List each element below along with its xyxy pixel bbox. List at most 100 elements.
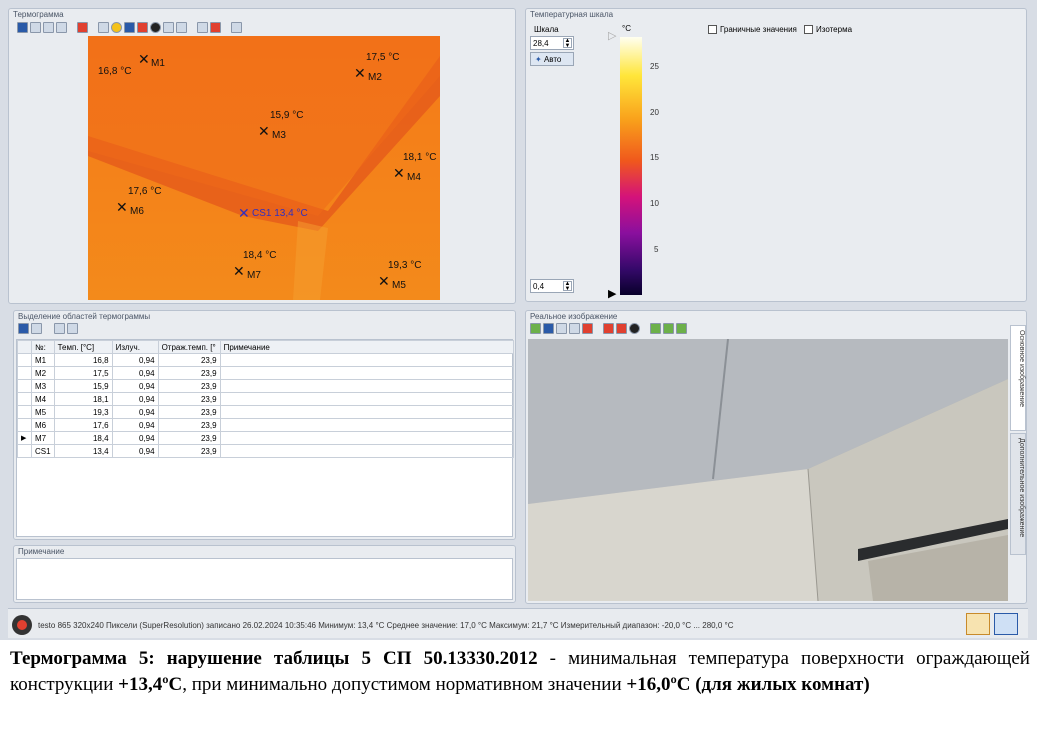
table-cell[interactable]: M3 — [31, 379, 55, 393]
column-header[interactable]: Темп. [°C] — [53, 340, 113, 354]
table-cell[interactable]: 16,8 — [53, 353, 113, 367]
table-row[interactable]: M5 19,3 0,94 23,9 — [17, 405, 515, 419]
tools-icon[interactable] — [54, 323, 65, 334]
tab-main-image[interactable]: Основное изображение — [1010, 325, 1026, 431]
grid-icon[interactable] — [231, 22, 242, 33]
print-icon[interactable] — [43, 22, 54, 33]
delete-icon[interactable] — [582, 323, 593, 334]
isotherm-checkbox[interactable]: Изотерма — [804, 25, 852, 34]
contrast-icon[interactable] — [629, 323, 640, 334]
table-cell[interactable]: 23,9 — [157, 392, 221, 406]
table-cell[interactable]: 0,94 — [111, 353, 159, 367]
open-icon[interactable] — [530, 323, 541, 334]
row-indicator[interactable] — [17, 379, 32, 393]
checkbox-box[interactable] — [804, 25, 813, 34]
table-cell[interactable]: 0,94 — [111, 431, 159, 445]
table-cell[interactable]: 19,3 — [53, 405, 113, 419]
zoom-fit-icon[interactable] — [676, 323, 687, 334]
table-cell[interactable]: 17,5 — [53, 366, 113, 380]
copy-icon[interactable] — [31, 323, 42, 334]
table-cell[interactable]: 23,9 — [157, 431, 221, 445]
spinner-icon[interactable]: ▲ ▼ — [563, 281, 572, 292]
row-indicator[interactable] — [17, 392, 32, 406]
table-row[interactable]: M3 15,9 0,94 23,9 — [17, 379, 515, 393]
table-cell[interactable]: 18,1 — [53, 392, 113, 406]
select-area-icon[interactable] — [197, 22, 208, 33]
save-icon[interactable] — [18, 323, 29, 334]
table-row[interactable]: M6 17,6 0,94 23,9 — [17, 418, 515, 432]
table-cell[interactable] — [219, 392, 515, 406]
column-header[interactable]: №: — [31, 340, 55, 354]
row-indicator[interactable]: ▶ — [17, 431, 32, 445]
profile-icon[interactable] — [163, 22, 174, 33]
window-layout-icon[interactable] — [966, 613, 990, 635]
column-header[interactable]: Излуч. — [111, 340, 159, 354]
note-textarea[interactable] — [16, 558, 513, 600]
copy-icon[interactable] — [30, 22, 41, 33]
column-header[interactable]: Отраж.темп. [° — [157, 340, 221, 354]
save-icon[interactable] — [17, 22, 28, 33]
palette-icon[interactable] — [603, 323, 614, 334]
row-indicator[interactable] — [17, 418, 32, 432]
thermometer-icon[interactable] — [98, 22, 109, 33]
table-row[interactable]: M2 17,5 0,94 23,9 — [17, 366, 515, 380]
table-cell[interactable] — [219, 379, 515, 393]
column-header[interactable]: Примечание — [219, 340, 515, 354]
pin-icon[interactable] — [67, 323, 78, 334]
save-icon[interactable] — [543, 323, 554, 334]
spinner-icon[interactable]: ▲ ▼ — [563, 38, 572, 49]
table-row[interactable]: CS1 13,4 0,94 23,9 — [17, 444, 515, 458]
table-cell[interactable]: 13,4 — [53, 444, 113, 458]
table-row[interactable]: M1 16,8 0,94 23,9 — [17, 353, 515, 367]
copy-icon[interactable] — [556, 323, 567, 334]
palette-icon[interactable] — [77, 22, 88, 33]
checkbox-box[interactable] — [708, 25, 717, 34]
scale-top-pointer-icon[interactable]: ▷ — [608, 29, 616, 42]
table-cell[interactable] — [219, 444, 515, 458]
table-cell[interactable]: 0,94 — [111, 444, 159, 458]
table-row[interactable]: M4 18,1 0,94 23,9 — [17, 392, 515, 406]
table-cell[interactable]: CS1 — [31, 444, 55, 458]
table-cell[interactable] — [219, 366, 515, 380]
table-cell[interactable] — [219, 418, 515, 432]
histogram-icon[interactable] — [176, 22, 187, 33]
point-icon[interactable] — [137, 22, 148, 33]
table-cell[interactable]: 23,9 — [157, 353, 221, 367]
table-cell[interactable] — [219, 431, 515, 445]
real-photo[interactable] — [528, 339, 1008, 601]
scale-min-input[interactable]: 0,4 ▲ ▼ — [530, 279, 574, 293]
coldspot-icon[interactable] — [124, 22, 135, 33]
table-cell[interactable]: M6 — [31, 418, 55, 432]
table-cell[interactable]: M5 — [31, 405, 55, 419]
auto-button[interactable]: ✦ Авто — [530, 52, 574, 66]
table-cell[interactable]: 18,4 — [53, 431, 113, 445]
table-cell[interactable]: M7 — [31, 431, 55, 445]
table-cell[interactable]: 23,9 — [157, 418, 221, 432]
table-cell[interactable] — [219, 353, 515, 367]
hotspot-icon[interactable] — [111, 22, 122, 33]
table-cell[interactable]: 23,9 — [157, 444, 221, 458]
table-cell[interactable]: 23,9 — [157, 379, 221, 393]
table-cell[interactable]: 0,94 — [111, 392, 159, 406]
table-cell[interactable]: 23,9 — [157, 405, 221, 419]
scale-bottom-pointer-icon[interactable]: ▶ — [608, 287, 616, 300]
table-cell[interactable]: 17,6 — [53, 418, 113, 432]
table-cell[interactable] — [219, 405, 515, 419]
zoom-out-icon[interactable] — [663, 323, 674, 334]
thermogram-image[interactable]: 16,8 °C ✕ M1 17,5 °C ✕ M2 15,9 °C ✕ M3 1… — [88, 36, 440, 300]
table-cell[interactable]: 0,94 — [111, 366, 159, 380]
table-cell[interactable]: M4 — [31, 392, 55, 406]
paste-icon[interactable] — [569, 323, 580, 334]
table-row[interactable]: ▶ M7 18,4 0,94 23,9 — [17, 431, 515, 445]
row-indicator[interactable] — [17, 444, 32, 458]
tab-extra-image[interactable]: Дополнительное изображение — [1010, 433, 1026, 555]
table-cell[interactable]: M2 — [31, 366, 55, 380]
delete-icon[interactable] — [210, 22, 221, 33]
no-icon[interactable] — [150, 22, 161, 33]
row-indicator[interactable] — [17, 353, 32, 367]
table-cell[interactable]: 15,9 — [53, 379, 113, 393]
row-indicator[interactable] — [17, 366, 32, 380]
scale-max-input[interactable]: 28,4 ▲ ▼ — [530, 36, 574, 50]
table-cell[interactable]: 23,9 — [157, 366, 221, 380]
table-cell[interactable]: 0,94 — [111, 405, 159, 419]
